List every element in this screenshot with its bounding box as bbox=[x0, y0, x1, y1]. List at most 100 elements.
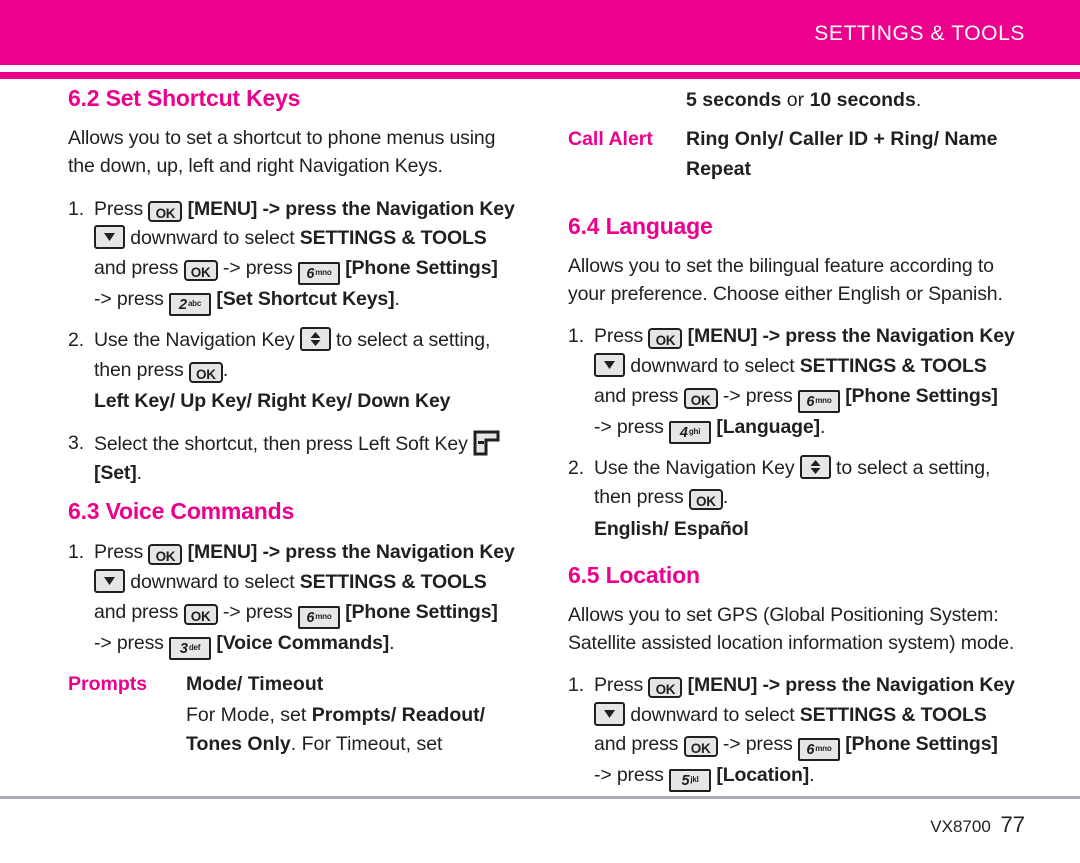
step-text: . bbox=[389, 631, 395, 654]
ok-key-icon: OK bbox=[148, 544, 183, 566]
key-digit: 6 bbox=[806, 393, 815, 410]
key-digit: 4 bbox=[679, 424, 688, 441]
key-letters: jkl bbox=[690, 775, 699, 785]
period: . bbox=[915, 89, 922, 111]
step-text: . bbox=[722, 486, 729, 509]
section-heading-6-5: 6.5 Location bbox=[568, 561, 700, 588]
step-text: [MENU] -> press the Navigation Key bbox=[687, 325, 1015, 348]
step-text: -> press bbox=[94, 631, 164, 654]
section-6-5-steps: 1. Press OK [MENU] -> press the Navigati… bbox=[568, 671, 1023, 793]
step-item: 3. Select the shortcut, then press Left … bbox=[68, 429, 523, 489]
section-6-4-steps: 1. Press OK [MENU] -> press the Navigati… bbox=[568, 322, 1023, 544]
call-alert-definition-row: Call Alert Ring Only/ Caller ID + Ring/ … bbox=[568, 125, 1023, 184]
ok-key-icon: OK bbox=[688, 489, 723, 511]
detail-text-bold: Prompts/ Readout/ bbox=[311, 703, 486, 726]
navigation-up-down-key-icon bbox=[299, 326, 331, 351]
section-heading-6-2: 6.2 Set Shortcut Keys bbox=[68, 85, 301, 111]
section-6-5-intro: Allows you to set GPS (Global Positionin… bbox=[568, 603, 1015, 654]
call-alert-value: Ring Only/ Caller ID + Ring/ Name Repeat bbox=[686, 128, 998, 180]
step-item: 1. Press OK [MENU] -> press the Navigati… bbox=[68, 195, 523, 316]
prompts-term: Prompts bbox=[68, 672, 148, 695]
detail-text-bold: Tones Only bbox=[186, 733, 291, 756]
key-letters: ghi bbox=[688, 426, 701, 436]
call-alert-term: Call Alert bbox=[568, 128, 653, 151]
ok-key-icon: OK bbox=[183, 603, 218, 625]
prompts-detail-line-1: For Mode, set Prompts/ Readout/ bbox=[186, 701, 523, 730]
detail-text: . For Timeout, set bbox=[290, 733, 443, 756]
step-text: -> press bbox=[222, 600, 293, 623]
footer-page-number: 77 bbox=[1000, 812, 1025, 837]
step-number: 1. bbox=[68, 197, 84, 220]
key-digit: 3 bbox=[179, 640, 188, 657]
step-text: and press bbox=[594, 384, 679, 407]
step-text: Press bbox=[594, 325, 644, 348]
prompts-value: Mode/ Timeout bbox=[186, 672, 324, 695]
footer-divider-rule bbox=[0, 796, 1080, 799]
header-divider-rule bbox=[0, 72, 1080, 79]
key-letters: mno bbox=[815, 395, 832, 405]
step-text: to select a setting, bbox=[836, 456, 991, 479]
step-number: 3. bbox=[68, 431, 84, 454]
detail-text: For Mode, set bbox=[186, 703, 312, 726]
step-text: SETTINGS & TOOLS bbox=[299, 227, 487, 250]
conjunction-or: or bbox=[781, 89, 810, 111]
step-number: 2. bbox=[568, 456, 584, 479]
step-text: Press bbox=[94, 197, 144, 220]
number-key-3-icon: 3def bbox=[169, 636, 212, 660]
step-text: [Phone Settings] bbox=[345, 600, 498, 623]
section-6-2-steps: 1. Press OK [MENU] -> press the Navigati… bbox=[68, 195, 523, 489]
step-number: 1. bbox=[568, 674, 584, 697]
step-item: 2. Use the Navigation Key to select a se… bbox=[68, 326, 523, 417]
number-key-6-icon: 6mno bbox=[297, 605, 340, 629]
prompts-definition-row: Prompts Mode/ Timeout bbox=[68, 670, 523, 699]
step-text: downward to select bbox=[630, 355, 795, 378]
number-key-6-icon: 6mno bbox=[797, 389, 840, 413]
step-text: . bbox=[394, 287, 400, 310]
key-digit: 6 bbox=[306, 609, 315, 626]
step-text: then press bbox=[94, 358, 184, 381]
step-text: -> press bbox=[222, 256, 293, 279]
step-text: downward to select bbox=[630, 703, 795, 726]
navigation-down-key-icon bbox=[94, 225, 125, 250]
step-text: SETTINGS & TOOLS bbox=[299, 570, 487, 593]
ok-key-icon: OK bbox=[183, 259, 218, 281]
step-text: . bbox=[809, 764, 815, 787]
step-text: to select a setting, bbox=[336, 328, 491, 351]
step-text: Press bbox=[594, 674, 644, 697]
step-options: Left Key/ Up Key/ Right Key/ Down Key bbox=[94, 390, 451, 413]
ok-key-icon: OK bbox=[148, 200, 183, 222]
step-text: -> press bbox=[94, 287, 164, 310]
step-item: 1. Press OK [MENU] -> press the Navigati… bbox=[68, 538, 523, 660]
section-6-3-steps: 1. Press OK [MENU] -> press the Navigati… bbox=[68, 538, 523, 660]
step-text: Press bbox=[94, 541, 144, 564]
step-text: -> press bbox=[722, 733, 793, 756]
step-text: [MENU] -> press the Navigation Key bbox=[687, 674, 1015, 697]
right-column: 5 seconds or 10 seconds. Call Alert Ring… bbox=[568, 86, 1023, 802]
step-text: -> press bbox=[594, 415, 664, 438]
step-item: 1. Press OK [MENU] -> press the Navigati… bbox=[568, 322, 1023, 444]
step-text: SETTINGS & TOOLS bbox=[799, 355, 987, 378]
section-6-4-intro: Allows you to set the bilingual feature … bbox=[568, 255, 1003, 305]
key-letters: mno bbox=[815, 744, 832, 754]
key-letters: abc bbox=[187, 298, 202, 308]
step-text: [Phone Settings] bbox=[845, 733, 998, 756]
timeout-value-5s: 5 seconds bbox=[686, 89, 782, 111]
navigation-down-key-icon bbox=[594, 353, 625, 378]
step-text: [Set Shortcut Keys] bbox=[216, 287, 395, 310]
step-text: [Phone Settings] bbox=[345, 256, 498, 279]
prompts-detail-line-2: Tones Only. For Timeout, set bbox=[186, 730, 523, 759]
footer-model: VX8700 bbox=[930, 817, 991, 836]
section-heading-6-3: 6.3 Voice Commands bbox=[68, 498, 295, 525]
step-text: . bbox=[819, 415, 826, 438]
step-text: [Set] bbox=[94, 462, 137, 485]
step-text: downward to select bbox=[130, 227, 295, 250]
number-key-5-icon: 5jkl bbox=[669, 769, 712, 793]
step-number: 1. bbox=[68, 541, 84, 564]
continued-timeout-values: 5 seconds or 10 seconds. bbox=[686, 86, 1023, 115]
key-letters: mno bbox=[315, 267, 332, 277]
step-options: English/ Español bbox=[594, 517, 749, 540]
step-text: [MENU] -> press the Navigation Key bbox=[187, 197, 515, 220]
footer-meta: VX8700 77 bbox=[930, 812, 1025, 838]
key-digit: 2 bbox=[179, 296, 187, 313]
number-key-6-icon: 6mno bbox=[797, 738, 840, 762]
